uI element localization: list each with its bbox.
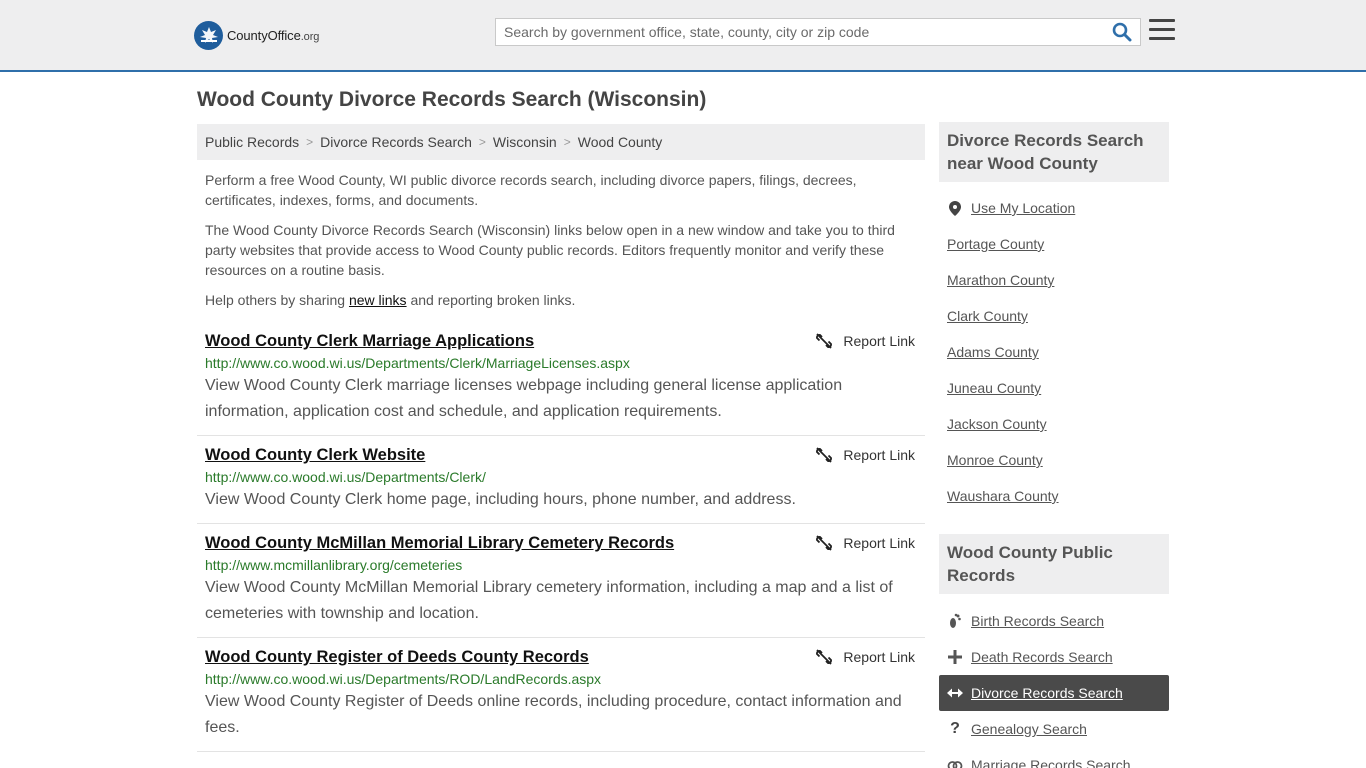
footprint-icon	[947, 613, 963, 629]
result-title-link[interactable]: Wood County Clerk Website	[205, 444, 425, 466]
public-record-item[interactable]: Marriage Records Search	[939, 747, 1169, 768]
nearby-county-link[interactable]: Clark County	[947, 308, 1028, 324]
report-link-button[interactable]: Report Link	[816, 649, 915, 665]
nearby-county-item[interactable]: Clark County	[939, 298, 1169, 334]
result-title-link[interactable]: Wood County McMillan Memorial Library Ce…	[205, 532, 674, 554]
logo-text: CountyOffice.org	[227, 27, 320, 43]
result-title-link[interactable]: Wood County Register of Deeds County Rec…	[205, 646, 589, 668]
page-title: Wood County Divorce Records Search (Wisc…	[197, 88, 707, 111]
report-link-button[interactable]: Report Link	[816, 333, 915, 349]
result-item: Wood County Clerk Website Report Link ht…	[197, 436, 925, 524]
result-url: http://www.mcmillanlibrary.org/cemeterie…	[205, 557, 463, 573]
arrows-icon	[947, 687, 963, 699]
logo-badge-icon	[194, 20, 223, 50]
map-marker-icon	[947, 200, 963, 216]
intro-paragraph: The Wood County Divorce Records Search (…	[205, 222, 895, 278]
cross-icon	[947, 650, 963, 664]
report-link-button[interactable]: Report Link	[816, 447, 915, 463]
rings-icon	[947, 758, 963, 768]
breadcrumb-public-records[interactable]: Public Records	[205, 134, 299, 150]
sidebar: Divorce Records Search near Wood County …	[939, 122, 1169, 768]
result-url: http://www.co.wood.wi.us/Departments/ROD…	[205, 671, 602, 687]
site-logo[interactable]: CountyOffice.org	[194, 20, 319, 50]
nearby-county-item[interactable]: Adams County	[939, 334, 1169, 370]
result-description: View Wood County Clerk marriage licenses…	[205, 377, 843, 420]
result-title-link[interactable]: Wood County Clerk Marriage Applications	[205, 330, 534, 352]
public-record-link[interactable]: Marriage Records Search	[971, 757, 1131, 768]
nearby-heading: Divorce Records Search near Wood County	[939, 122, 1169, 182]
result-url: http://www.co.wood.wi.us/Departments/Cle…	[205, 469, 486, 485]
nearby-county-link[interactable]: Monroe County	[947, 452, 1043, 468]
search-input[interactable]	[496, 19, 1096, 45]
nearby-county-link[interactable]: Jackson County	[947, 416, 1047, 432]
public-record-item[interactable]: Death Records Search	[939, 639, 1169, 675]
site-header: CountyOffice.org	[0, 0, 1366, 72]
result-item: Wood County Clerk Marriage Applications …	[197, 322, 925, 436]
breadcrumb-separator-icon: >	[306, 135, 314, 149]
public-record-item[interactable]: Birth Records Search	[939, 603, 1169, 639]
report-link-button[interactable]: Report Link	[816, 535, 915, 551]
nearby-county-item[interactable]: Portage County	[939, 226, 1169, 262]
public-records-list: Birth Records Search Death Records Searc…	[939, 594, 1169, 768]
report-link-label: Report Link	[843, 333, 915, 349]
public-record-link[interactable]: Death Records Search	[971, 649, 1113, 665]
results-list: Wood County Clerk Marriage Applications …	[197, 322, 925, 752]
nearby-county-link[interactable]: Juneau County	[947, 380, 1041, 396]
report-link-label: Report Link	[843, 447, 915, 463]
nearby-county-link[interactable]: Waushara County	[947, 488, 1059, 504]
broken-link-icon	[816, 333, 833, 349]
breadcrumb-wisconsin[interactable]: Wisconsin	[493, 134, 557, 150]
main-content: Perform a free Wood County, WI public di…	[197, 170, 925, 752]
use-location-link[interactable]: Use My Location	[971, 200, 1075, 216]
broken-link-icon	[816, 649, 833, 665]
share-text: Help others by sharing new links and rep…	[205, 292, 576, 308]
public-record-link[interactable]: Divorce Records Search	[971, 685, 1123, 701]
breadcrumb-divorce-records[interactable]: Divorce Records Search	[320, 134, 472, 150]
nearby-county-item[interactable]: Marathon County	[939, 262, 1169, 298]
result-item: Wood County McMillan Memorial Library Ce…	[197, 524, 925, 638]
public-record-item-active[interactable]: Divorce Records Search	[939, 675, 1169, 711]
broken-link-icon	[816, 447, 833, 463]
search-icon[interactable]	[1112, 22, 1134, 44]
breadcrumb: Public Records > Divorce Records Search …	[197, 124, 925, 160]
report-link-label: Report Link	[843, 649, 915, 665]
report-link-label: Report Link	[843, 535, 915, 551]
public-record-link[interactable]: Birth Records Search	[971, 613, 1104, 629]
nearby-county-item[interactable]: Waushara County	[939, 478, 1169, 514]
breadcrumb-separator-icon: >	[478, 135, 486, 149]
nearby-county-item[interactable]: Monroe County	[939, 442, 1169, 478]
result-item: Wood County Register of Deeds County Rec…	[197, 638, 925, 752]
result-url: http://www.co.wood.wi.us/Departments/Cle…	[205, 355, 630, 371]
search-box	[495, 18, 1141, 46]
intro-text: Perform a free Wood County, WI public di…	[197, 170, 925, 310]
result-description: View Wood County Register of Deeds onlin…	[205, 693, 902, 736]
nearby-list: Use My Location Portage County Marathon …	[939, 182, 1169, 518]
breadcrumb-wood-county[interactable]: Wood County	[578, 134, 663, 150]
nearby-county-link[interactable]: Portage County	[947, 236, 1044, 252]
intro-paragraph: Perform a free Wood County, WI public di…	[205, 172, 857, 208]
public-records-heading: Wood County Public Records	[939, 534, 1169, 594]
nearby-county-item[interactable]: Juneau County	[939, 370, 1169, 406]
broken-link-icon	[816, 535, 833, 551]
question-icon: ?	[950, 720, 960, 737]
breadcrumb-separator-icon: >	[563, 135, 571, 149]
new-links-link[interactable]: new links	[349, 292, 407, 308]
use-location-item[interactable]: Use My Location	[939, 190, 1169, 226]
result-description: View Wood County McMillan Memorial Libra…	[205, 579, 893, 622]
nearby-county-item[interactable]: Jackson County	[939, 406, 1169, 442]
nearby-county-link[interactable]: Marathon County	[947, 272, 1054, 288]
hamburger-menu-icon[interactable]	[1149, 19, 1175, 43]
nearby-county-link[interactable]: Adams County	[947, 344, 1039, 360]
public-record-item[interactable]: ? Genealogy Search	[939, 711, 1169, 747]
public-record-link[interactable]: Genealogy Search	[971, 721, 1087, 737]
result-description: View Wood County Clerk home page, includ…	[205, 491, 796, 508]
